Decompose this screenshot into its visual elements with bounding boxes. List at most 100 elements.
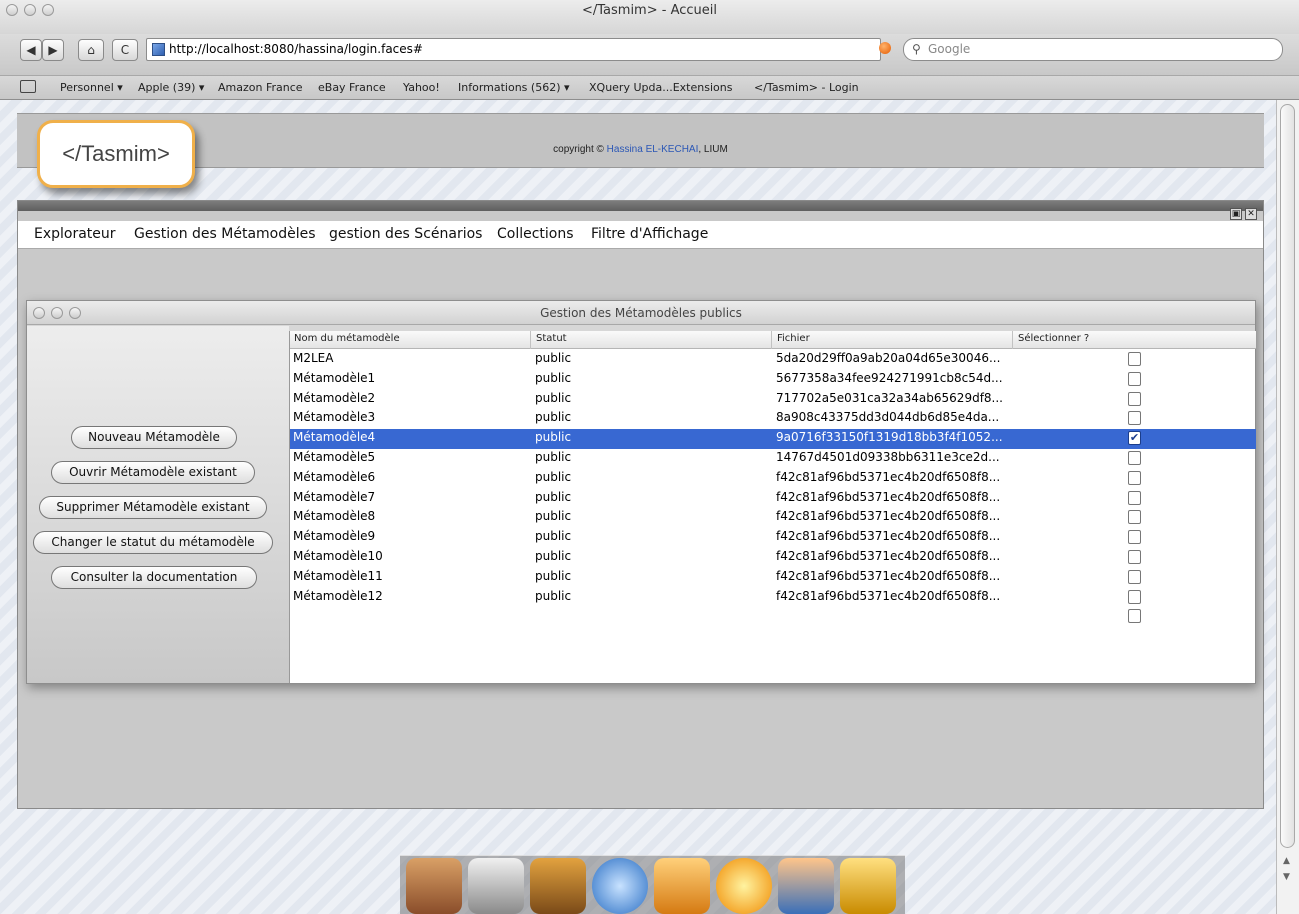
table-row[interactable]: Métamodèle4 public 9a0716f33150f1319d18bb3… (290, 429, 1256, 450)
page-header: copyright © Hassina EL-KECHAI, LIUM (17, 113, 1264, 168)
table-row[interactable]: Métamodèle10 public f42c81af96bd5371ec4b20… (290, 548, 1256, 568)
tools-dock-icon[interactable] (530, 858, 586, 914)
users-dock-icon[interactable] (778, 858, 834, 914)
bookmarks-book-icon[interactable] (20, 80, 36, 93)
metamodels-table: Nom du métamodèle Statut Fichier Sélecti… (289, 331, 1256, 683)
safari-dock-icon[interactable] (592, 858, 648, 914)
table-row[interactable]: Métamodèle9 public f42c81af96bd5371ec4b20d… (290, 528, 1256, 548)
column-header-status[interactable]: Statut (536, 333, 567, 344)
copyright-text: copyright © Hassina EL-KECHAI, LIUM (17, 144, 1264, 155)
close-panel-icon[interactable]: ✕ (1245, 208, 1257, 220)
search-icon: ⚲ (912, 42, 921, 56)
bookmark-item[interactable]: eBay France (318, 81, 386, 94)
cell-status: public (535, 568, 572, 583)
bookmark-item[interactable]: Apple (39) ▾ (138, 81, 204, 94)
cell-file: 14767d4501d09338bb6311e3ce2d... (776, 450, 1000, 464)
back-button[interactable]: ◀ (20, 39, 42, 61)
app-menubar: Explorateur Gestion des Métamodèles gest… (18, 221, 1263, 249)
select-checkbox[interactable] (1128, 352, 1141, 366)
select-checkbox[interactable] (1128, 530, 1141, 545)
minimize-panel-icon[interactable]: ▣ (1230, 208, 1242, 220)
menu-collections[interactable]: Collections (497, 226, 574, 242)
table-header: Nom du métamodèle Statut Fichier Sélecti… (290, 331, 1256, 349)
cell-file: 8a908c43375dd3d044db6d85e4da... (776, 410, 1000, 425)
select-checkbox[interactable] (1128, 490, 1141, 505)
bookmark-item[interactable]: Personnel ▾ (60, 81, 123, 94)
cell-status: public (535, 509, 572, 524)
select-checkbox[interactable]: ✔ (1128, 431, 1141, 446)
reload-button[interactable]: C (112, 39, 138, 61)
table-row[interactable]: Métamodèle11 public f42c81af96bd5371ec4b20… (290, 568, 1256, 588)
column-header-select[interactable]: Sélectionner ? (1018, 333, 1089, 344)
app4-dock-icon[interactable] (654, 858, 710, 914)
select-checkbox[interactable] (1128, 569, 1141, 584)
menu-gestion-scenarios[interactable]: gestion des Scénarios (329, 226, 482, 242)
home-dock-icon[interactable] (406, 858, 462, 914)
documents-dock-icon[interactable] (468, 858, 524, 914)
select-checkbox[interactable] (1128, 589, 1141, 604)
column-separator (530, 331, 531, 349)
browser-toolbar: ◀ ▶ ⌂ C http://localhost:8080/hassina/lo… (0, 34, 1299, 76)
bookmark-item[interactable]: Yahoo! (403, 81, 440, 94)
select-checkbox[interactable] (1128, 470, 1141, 485)
select-checkbox[interactable] (1128, 609, 1141, 624)
table-row[interactable]: Métamodèle2 public 717702a5e031ca32a34ab65… (290, 390, 1256, 410)
rss-icon[interactable] (879, 42, 891, 54)
vertical-scrollbar[interactable]: ▲ ▼ (1276, 100, 1299, 914)
cell-name: Métamodèle6 (293, 469, 376, 484)
search-input[interactable]: ⚲ Google (903, 38, 1283, 61)
bookmarks-bar: Personnel ▾ Apple (39) ▾ Amazon France e… (0, 76, 1299, 100)
cell-file: f42c81af96bd5371ec4b20df6508f8... (776, 469, 1001, 484)
lock-dock-icon[interactable] (840, 858, 896, 914)
bookmark-item[interactable]: Amazon France (218, 81, 303, 94)
new-metamodel-button[interactable]: Nouveau Métamodèle (71, 426, 237, 449)
cell-status: public (535, 410, 572, 425)
cell-name: Métamodèle3 (293, 410, 376, 425)
home-button[interactable]: ⌂ (78, 39, 104, 61)
open-metamodel-button[interactable]: Ouvrir Métamodèle existant (51, 461, 255, 484)
select-checkbox[interactable] (1128, 371, 1141, 386)
cell-status: public (535, 390, 572, 405)
scroll-down-arrow-icon[interactable]: ▼ (1283, 872, 1290, 882)
sun-dock-icon[interactable] (716, 858, 772, 914)
table-row[interactable]: M2LEA public 5da20d29ff0a9ab20a04d65e30046… (290, 350, 1256, 370)
select-checkbox[interactable] (1128, 451, 1141, 465)
forward-button[interactable]: ▶ (42, 39, 64, 61)
scroll-up-arrow-icon[interactable]: ▲ (1283, 856, 1290, 866)
change-status-button[interactable]: Changer le statut du métamodèle (33, 531, 273, 554)
bookmark-item[interactable]: </Tasmim> - Login (754, 81, 859, 94)
table-row[interactable]: Métamodèle1 public 5677358a34fee924271991c… (290, 370, 1256, 390)
cell-file: 5677358a34fee924271991cb8c54d... (776, 370, 1003, 385)
scrollbar-thumb[interactable] (1280, 104, 1295, 848)
table-row[interactable]: Métamodèle6 public f42c81af96bd5371ec4b20d… (290, 469, 1256, 489)
column-header-name[interactable]: Nom du métamodèle (294, 333, 400, 344)
select-checkbox[interactable] (1128, 391, 1141, 406)
copyright-author-link[interactable]: Hassina EL-KECHAI (607, 144, 699, 155)
table-row[interactable]: Métamodèle8 public f42c81af96bd5371ec4b20d… (290, 508, 1256, 528)
table-row[interactable]: Métamodèle5 public 14767d4501d09338bb6311e… (290, 449, 1256, 469)
menu-filtre-affichage[interactable]: Filtre d'Affichage (591, 226, 708, 242)
bookmark-item[interactable]: Informations (562) ▾ (458, 81, 570, 94)
table-row[interactable]: Métamodèle12 public f42c81af96bd5371ec4b20… (290, 588, 1256, 608)
table-row[interactable]: Métamodèle7 public f42c81af96bd5371ec4b20d… (290, 489, 1256, 509)
select-checkbox[interactable] (1128, 550, 1141, 564)
actions-panel: Nouveau Métamodèle Ouvrir Métamodèle exi… (27, 326, 289, 683)
site-favicon-icon (152, 43, 165, 56)
copyright-suffix: , LIUM (698, 144, 728, 155)
documentation-button[interactable]: Consulter la documentation (51, 566, 257, 589)
select-checkbox[interactable] (1128, 411, 1141, 426)
column-header-file[interactable]: Fichier (777, 333, 810, 344)
menu-explorateur[interactable]: Explorateur (34, 226, 116, 242)
menu-gestion-metamodeles[interactable]: Gestion des Métamodèles (134, 226, 316, 242)
url-text: http://localhost:8080/hassina/login.face… (169, 42, 423, 56)
delete-metamodel-button[interactable]: Supprimer Métamodèle existant (39, 496, 267, 519)
select-checkbox[interactable] (1128, 510, 1141, 525)
cell-file: f42c81af96bd5371ec4b20df6508f8... (776, 509, 1001, 524)
cell-name: Métamodèle12 (293, 588, 383, 603)
bookmark-item[interactable]: XQuery Upda...Extensions (589, 81, 732, 94)
url-field[interactable]: http://localhost:8080/hassina/login.face… (146, 38, 881, 61)
window-title: </Tasmim> - Accueil (581, 3, 717, 18)
table-row[interactable]: Métamodèle3 public 8a908c43375dd3d044db6d8… (290, 409, 1256, 429)
table-row-empty (290, 607, 1256, 627)
app-panel-header (18, 201, 1263, 211)
